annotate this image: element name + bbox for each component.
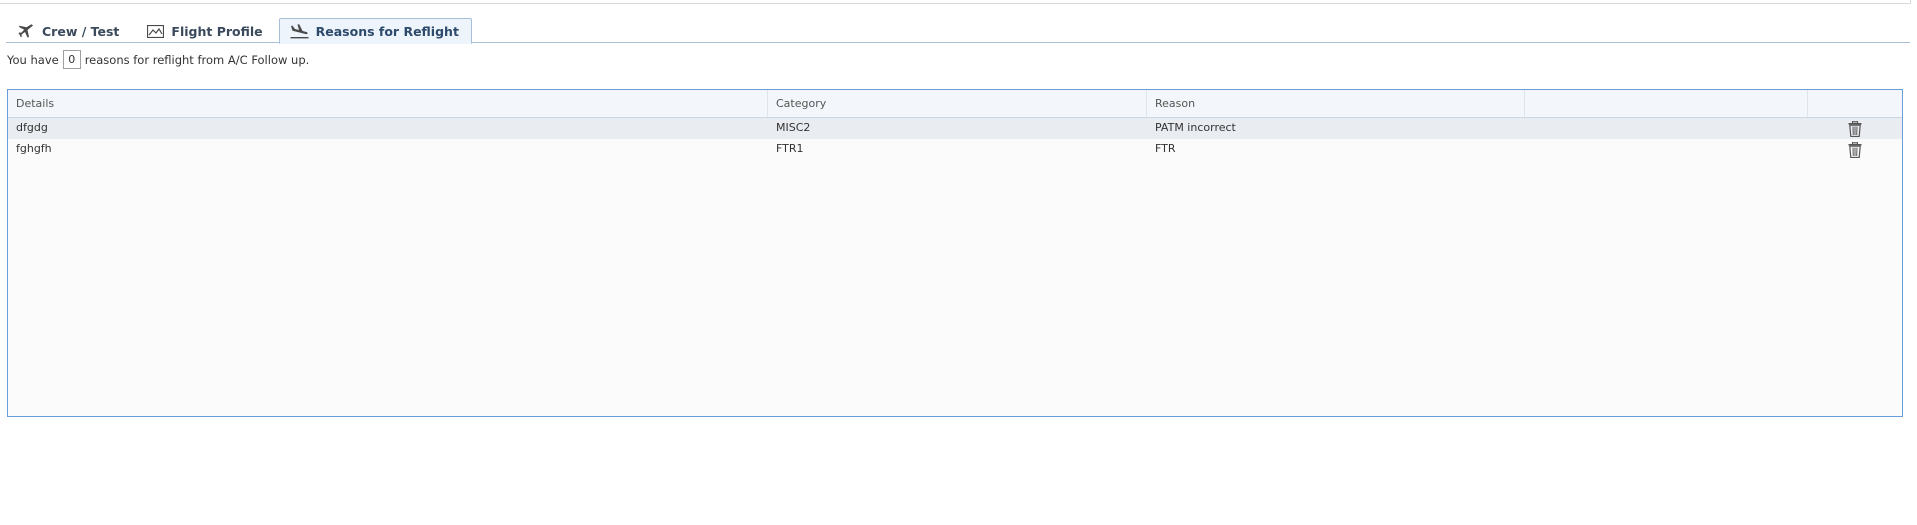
cell-empty: [1525, 118, 1808, 139]
summary-prefix: You have: [7, 52, 59, 67]
airplane-icon: [16, 23, 36, 39]
column-header-actions: [1808, 90, 1902, 117]
tab-label: Reasons for Reflight: [315, 23, 459, 39]
cell-empty: [1525, 139, 1808, 160]
tab-label: Flight Profile: [171, 23, 263, 39]
tab-flight-profile[interactable]: Flight Profile: [135, 19, 274, 43]
cell-reason: FTR: [1155, 142, 1176, 155]
summary-suffix: reasons for reflight from A/C Follow up.: [84, 52, 310, 67]
tabstrip: Crew / Test Flight Profile Reasons for R…: [6, 17, 476, 44]
reflight-reasons-grid: Details Category Reason dfgdg MISC2 PATM…: [7, 89, 1903, 417]
tab-crew-test[interactable]: Crew / Test: [6, 19, 131, 43]
tab-label: Crew / Test: [42, 23, 120, 39]
column-header-empty: [1525, 90, 1808, 117]
tab-reasons-for-reflight[interactable]: Reasons for Reflight: [278, 18, 472, 44]
cell-details: fghgfh: [16, 142, 52, 155]
cell-actions: [1808, 118, 1902, 139]
image-chart-icon: [145, 23, 165, 39]
top-panel: [0, 0, 1911, 4]
trash-icon[interactable]: [1847, 120, 1863, 138]
table-row[interactable]: dfgdg MISC2 PATM incorrect: [8, 118, 1902, 139]
cell-reason: PATM incorrect: [1155, 121, 1236, 134]
cell-category: MISC2: [776, 121, 811, 134]
column-header-details[interactable]: Details: [8, 90, 768, 117]
cell-details: dfgdg: [16, 121, 48, 134]
reflight-count-field: 0: [62, 50, 81, 69]
cell-category: FTR1: [776, 142, 804, 155]
table-row[interactable]: fghgfh FTR1 FTR: [8, 139, 1902, 160]
reflight-summary: You have 0 reasons for reflight from A/C…: [7, 50, 309, 69]
grid-header: Details Category Reason: [8, 90, 1902, 118]
column-header-reason[interactable]: Reason: [1147, 90, 1525, 117]
flight-landing-icon: [290, 23, 310, 39]
trash-icon[interactable]: [1847, 141, 1863, 159]
cell-actions: [1808, 139, 1902, 160]
column-header-category[interactable]: Category: [768, 90, 1147, 117]
